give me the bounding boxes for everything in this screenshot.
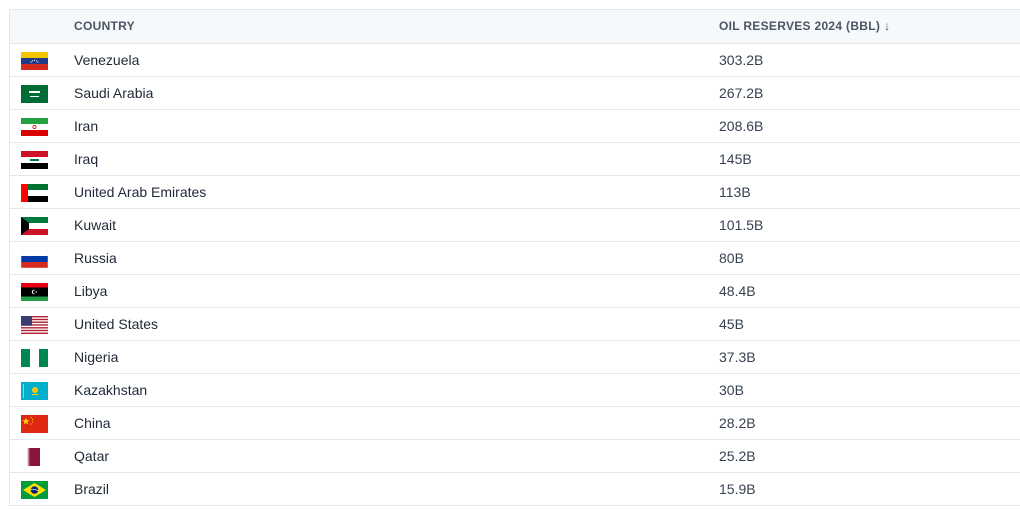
table-row[interactable]: United Arab Emirates 113B [10, 176, 1020, 209]
country-name: Iran [74, 118, 99, 134]
reserves-value: 48.4B [719, 283, 756, 299]
country-column-header[interactable]: COUNTRY [74, 10, 135, 43]
reserves-value: 37.3B [719, 349, 756, 365]
table-row[interactable]: Iran 208.6B [10, 110, 1020, 143]
saudi-arabia-flag-icon [21, 85, 48, 103]
country-name: Kuwait [74, 217, 117, 233]
reserves-value: 45B [719, 316, 744, 332]
reserves-value: 267.2B [719, 85, 764, 101]
table-row[interactable]: Venezuela 303.2B [10, 44, 1020, 77]
table-row[interactable]: Kazakhstan 30B [10, 374, 1020, 407]
reserves-value: 145B [719, 151, 752, 167]
country-name: Iraq [74, 151, 99, 167]
libya-flag-icon [21, 283, 48, 301]
table-row[interactable]: China 28.2B [10, 407, 1020, 440]
reserves-value: 113B [719, 184, 751, 200]
table-row[interactable]: Saudi Arabia 267.2B [10, 77, 1020, 110]
table-row[interactable]: Brazil 15.9B [10, 473, 1020, 506]
reserves-value: 208.6B [719, 118, 764, 134]
country-name: United Arab Emirates [74, 184, 207, 200]
country-name: Saudi Arabia [74, 85, 154, 101]
kuwait-flag-icon [21, 217, 48, 235]
country-name: United States [74, 316, 159, 332]
country-name: Venezuela [74, 52, 140, 68]
country-name: Russia [74, 250, 117, 266]
reserves-value: 80B [719, 250, 744, 266]
country-name: Qatar [74, 448, 110, 464]
country-name: Kazakhstan [74, 382, 148, 398]
table-row[interactable]: Kuwait 101.5B [10, 209, 1020, 242]
oil-reserves-column-header[interactable]: OIL RESERVES 2024 (BBL) ↓ [719, 10, 890, 43]
table-row[interactable]: Iraq 145B [10, 143, 1020, 176]
china-flag-icon [21, 415, 48, 433]
table-row[interactable]: Russia 80B [10, 242, 1020, 275]
reserves-value: 303.2B [719, 52, 764, 68]
reserves-value: 101.5B [719, 217, 764, 233]
table-row[interactable]: Nigeria 37.3B [10, 341, 1020, 374]
qatar-flag-icon [21, 448, 48, 466]
oil-reserves-header-label: OIL RESERVES 2024 (BBL) [719, 19, 881, 33]
table-row[interactable]: Libya 48.4B [10, 275, 1020, 308]
country-name: Nigeria [74, 349, 119, 365]
kazakhstan-flag-icon [21, 382, 48, 400]
country-name: Brazil [74, 481, 110, 497]
country-name: Libya [74, 283, 108, 299]
uae-flag-icon [21, 184, 48, 202]
venezuela-flag-icon [21, 52, 48, 70]
reserves-value: 15.9B [719, 481, 756, 497]
table-row[interactable]: United States 45B [10, 308, 1020, 341]
nigeria-flag-icon [21, 349, 48, 367]
russia-flag-icon [21, 250, 48, 268]
country-name: China [74, 415, 111, 431]
brazil-flag-icon [21, 481, 48, 499]
table-header: COUNTRY OIL RESERVES 2024 (BBL) ↓ [10, 9, 1020, 44]
united-states-flag-icon [21, 316, 48, 334]
reserves-value: 25.2B [719, 448, 756, 464]
iraq-flag-icon [21, 151, 48, 169]
reserves-value: 28.2B [719, 415, 756, 431]
iran-flag-icon [21, 118, 48, 136]
reserves-value: 30B [719, 382, 744, 398]
sort-descending-icon[interactable]: ↓ [884, 19, 890, 33]
table-row[interactable]: Qatar 25.2B [10, 440, 1020, 473]
oil-reserves-table: COUNTRY OIL RESERVES 2024 (BBL) ↓ Venezue… [9, 9, 1020, 506]
